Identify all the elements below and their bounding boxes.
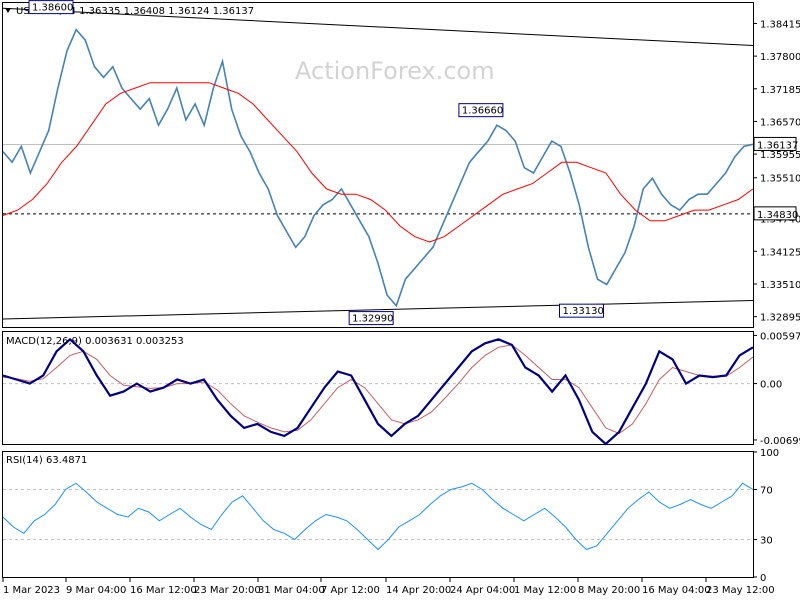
macd-ytick-label: 0.00 xyxy=(760,380,782,391)
price-ytick-label: 1.37185 xyxy=(760,85,800,96)
current-price-box-label: 1.36137 xyxy=(757,140,798,151)
rsi-title: RSI(14) 63.4871 xyxy=(6,455,87,466)
price-ytick-label: 1.32895 xyxy=(760,313,800,324)
time-tick-label: 1 May 12:00 xyxy=(514,585,576,596)
macd-ytick-label: 0.005977 xyxy=(760,331,800,342)
macd-ytick-label: -0.006998 xyxy=(760,436,800,447)
macd-title: MACD(12,26,9) 0.003631 0.003253 xyxy=(6,336,184,347)
rsi-ytick-label: 30 xyxy=(760,536,773,547)
time-tick-label: 16 Mar 12:00 xyxy=(130,585,197,596)
price-ytick-label: 1.36570 xyxy=(760,117,800,128)
rsi-ytick-label: 70 xyxy=(760,486,773,497)
peak-label-0: 1.38600 xyxy=(32,3,73,14)
rsi-panel-frame xyxy=(2,451,754,578)
peak-label-2: 1.32990 xyxy=(352,314,393,325)
time-tick-label: 1 Mar 2023 xyxy=(3,585,60,596)
time-tick-label: 7 Apr 12:00 xyxy=(321,585,380,596)
rsi-panel: 100 70 30 0 xyxy=(2,448,779,584)
time-tick-label: 9 Mar 04:00 xyxy=(66,585,126,596)
support-level-box-label: 1.34830 xyxy=(757,210,798,221)
time-tick-label: 24 Apr 04:00 xyxy=(450,585,515,596)
macd-main-line xyxy=(2,337,754,446)
peak-label-1: 1.36660 xyxy=(462,106,503,117)
peak-label-3: 1.33130 xyxy=(563,306,604,317)
price-ytick-label: 1.37800 xyxy=(760,52,800,63)
time-tick-label: 23 May 12:00 xyxy=(706,585,775,596)
time-tick-label: 8 May 20:00 xyxy=(578,585,640,596)
rsi-ytick-label: 0 xyxy=(760,573,766,584)
time-tick-label: 23 Mar 20:00 xyxy=(194,585,261,596)
macd-panel: 0.005977 0.00 -0.006998 xyxy=(2,331,800,447)
price-ytick-label: 1.38415 xyxy=(760,19,800,30)
price-ytick-label: 1.35510 xyxy=(760,174,800,185)
watermark: ActionForex.com xyxy=(295,57,495,85)
price-ytick-label: 1.34125 xyxy=(760,247,800,258)
price-panel: 1.38415 1.37800 1.37185 1.36570 1.35955 1.355… xyxy=(2,0,800,326)
time-axis: 1 Mar 2023 9 Mar 04:00 16 Mar 12:0023 Mar … xyxy=(2,577,775,596)
time-tick-label: 31 Mar 04:00 xyxy=(258,585,325,596)
moving-average-line xyxy=(2,82,754,243)
chart-canvas: ActionForex.com USDCAD,H4 1.36335 1.3640… xyxy=(2,0,800,596)
price-panel-frame xyxy=(2,2,754,328)
time-tick-label: 16 May 04:00 xyxy=(642,585,711,596)
time-tick-label: 14 Apr 20:00 xyxy=(386,585,451,596)
rsi-ytick-label: 100 xyxy=(760,448,779,459)
trendline-0 xyxy=(2,7,754,46)
macd-panel-frame xyxy=(2,331,754,445)
price-ytick-label: 1.33510 xyxy=(760,280,800,291)
macd-signal-line xyxy=(2,344,754,435)
price-ytick-label: 1.35955 xyxy=(760,150,800,161)
